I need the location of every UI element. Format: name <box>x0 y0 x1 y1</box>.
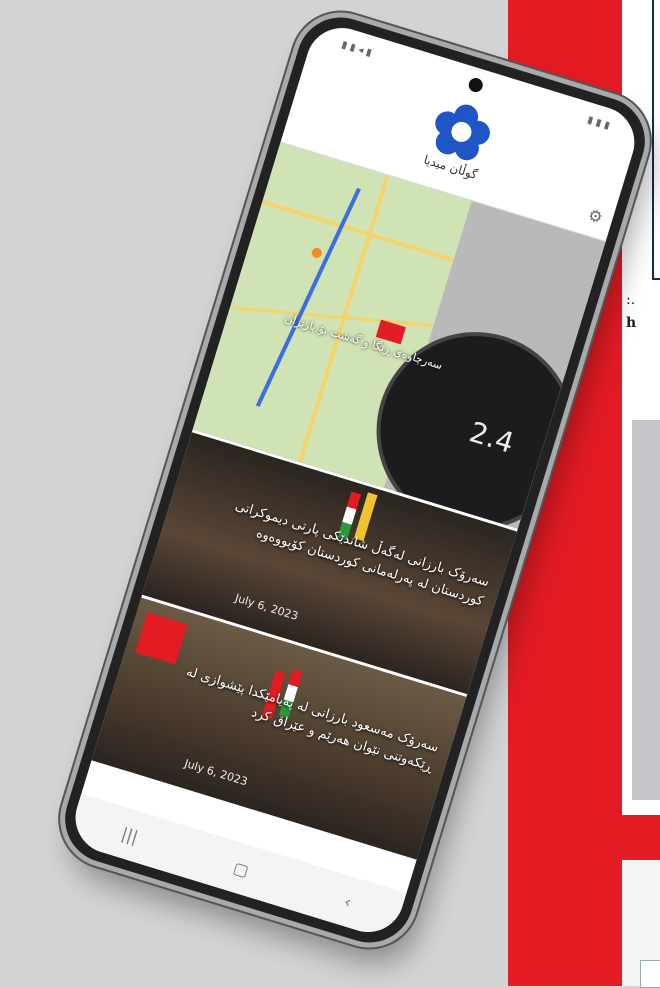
bottom-box <box>640 960 660 988</box>
panel-text-bold: h <box>626 315 637 331</box>
watch-value: 2.4 <box>465 415 518 460</box>
panel-text: :. <box>626 292 636 308</box>
gray-block <box>632 420 660 800</box>
map-route <box>255 187 361 407</box>
status-icons-left: ▮ ▮ ◂ ▮ <box>340 38 374 59</box>
red-bar <box>575 820 660 844</box>
menu-icon[interactable]: ||| <box>119 823 140 846</box>
panel-frame <box>652 0 660 280</box>
status-icons-right: ▮ ▮ ▮ <box>586 114 612 132</box>
map-pin-icon <box>310 246 323 260</box>
back-icon[interactable]: ‹ <box>342 891 354 911</box>
home-icon[interactable]: ▢ <box>231 857 251 880</box>
